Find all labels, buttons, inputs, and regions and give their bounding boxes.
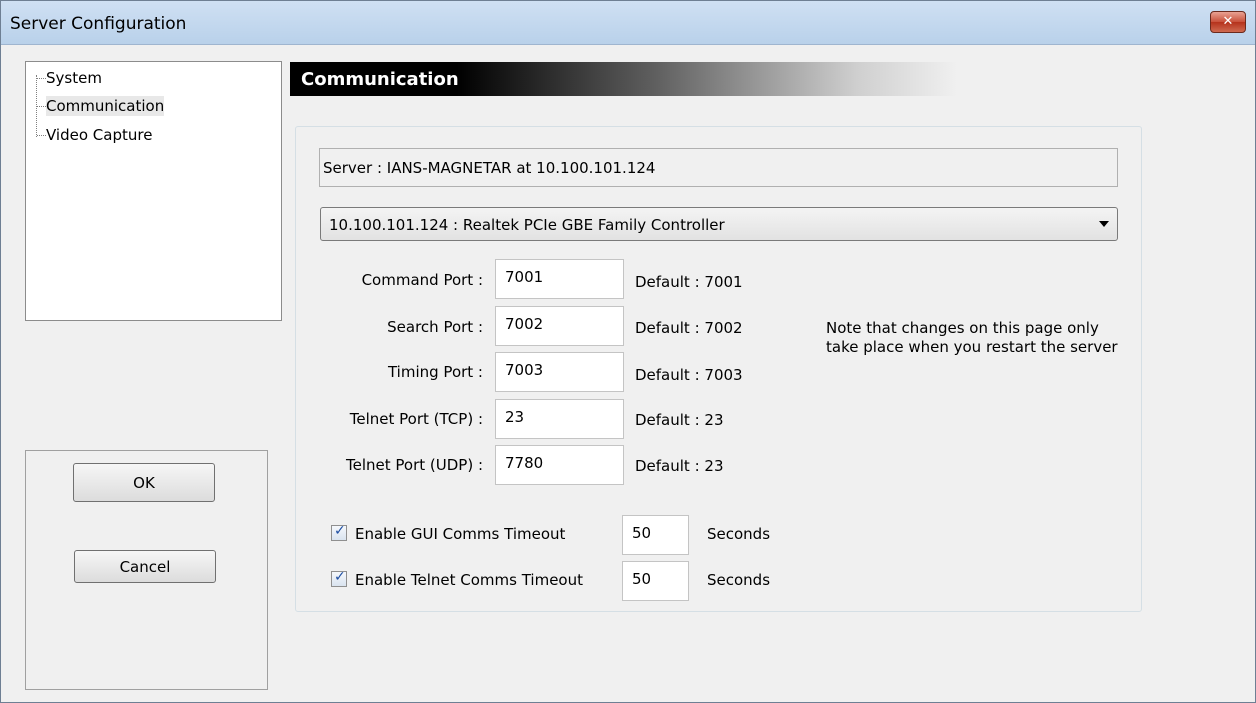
close-icon: ✕ <box>1222 14 1234 29</box>
tree-connector <box>37 135 46 136</box>
restart-note: Note that changes on this page only take… <box>826 319 1118 356</box>
settings-tree: System Communication Video Capture <box>25 61 282 321</box>
timing-port-label: Timing Port : <box>387 363 483 381</box>
telnet-tcp-port-label: Telnet Port (TCP) : <box>349 410 483 428</box>
telnet-tcp-port-input[interactable]: 23 <box>495 399 624 439</box>
section-title: Communication <box>301 69 459 90</box>
gui-timeout-label[interactable]: Enable GUI Comms Timeout <box>355 525 565 543</box>
checkmark-icon: ✓ <box>334 523 346 539</box>
gui-timeout-checkbox[interactable]: ✓ <box>331 523 347 541</box>
timing-port-default: Default : 7003 <box>635 366 743 384</box>
search-port-label: Search Port : <box>387 318 483 336</box>
timing-port-input[interactable]: 7003 <box>495 352 624 392</box>
cancel-button[interactable]: Cancel <box>74 550 216 583</box>
server-info: Server : IANS-MAGNETAR at 10.100.101.124 <box>323 159 656 177</box>
command-port-input[interactable]: 7001 <box>495 259 624 299</box>
telnet-timeout-label[interactable]: Enable Telnet Comms Timeout <box>355 571 583 589</box>
button-panel: OK Cancel <box>25 450 268 690</box>
section-header: Communication <box>290 62 957 96</box>
network-adapter-dropdown[interactable]: 10.100.101.124 : Realtek PCIe GBE Family… <box>320 207 1118 241</box>
tree-item-video-capture[interactable]: Video Capture <box>46 125 152 145</box>
title-bar[interactable]: Server Configuration ✕ <box>1 1 1255 45</box>
chevron-down-icon <box>1099 221 1109 227</box>
search-port-input[interactable]: 7002 <box>495 306 624 346</box>
close-button[interactable]: ✕ <box>1210 11 1246 33</box>
telnet-udp-port-label: Telnet Port (UDP) : <box>346 456 483 474</box>
ok-button[interactable]: OK <box>73 463 215 502</box>
tree-item-system[interactable]: System <box>46 68 102 88</box>
gui-timeout-input[interactable]: 50 <box>622 515 689 555</box>
telnet-tcp-port-default: Default : 23 <box>635 411 724 429</box>
search-port-default: Default : 7002 <box>635 319 743 337</box>
network-adapter-value: 10.100.101.124 : Realtek PCIe GBE Family… <box>329 216 725 234</box>
telnet-udp-port-default: Default : 23 <box>635 457 724 475</box>
server-info-box: Server : IANS-MAGNETAR at 10.100.101.124 <box>319 148 1118 187</box>
telnet-timeout-unit: Seconds <box>707 571 771 589</box>
telnet-timeout-input[interactable]: 50 <box>622 561 689 601</box>
tree-connector <box>37 106 46 107</box>
telnet-udp-port-input[interactable]: 7780 <box>495 445 624 485</box>
command-port-label: Command Port : <box>361 271 483 289</box>
tree-connector <box>37 78 46 79</box>
tree-item-communication[interactable]: Communication <box>46 96 165 116</box>
checkmark-icon: ✓ <box>334 569 346 585</box>
window-title: Server Configuration <box>10 14 187 34</box>
command-port-default: Default : 7001 <box>635 273 743 291</box>
gui-timeout-unit: Seconds <box>707 525 771 543</box>
server-configuration-window: Server Configuration ✕ System Communicat… <box>0 0 1256 703</box>
telnet-timeout-checkbox[interactable]: ✓ <box>331 569 347 587</box>
